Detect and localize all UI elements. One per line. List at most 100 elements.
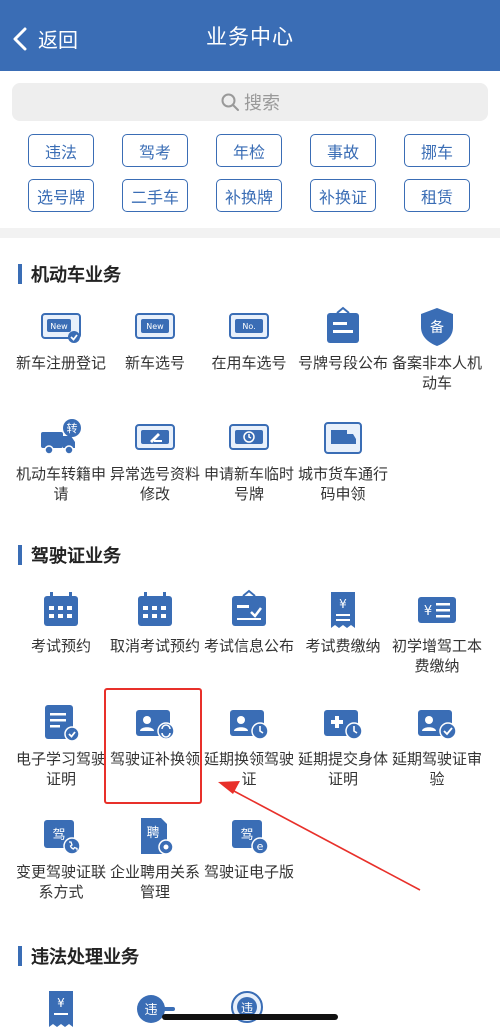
svg-text:New: New xyxy=(146,322,164,331)
violation-handle-icon: 违 xyxy=(133,987,177,1031)
svg-text:违: 违 xyxy=(241,1001,253,1015)
e-license-icon: 驾e xyxy=(227,814,271,858)
chip-driving-test[interactable]: 驾考 xyxy=(122,134,188,167)
section-divider xyxy=(0,228,500,238)
vehicle-transfer-truck-icon: 转 xyxy=(39,416,83,460)
service-label: 延期驾驶证审验 xyxy=(391,751,482,788)
service-violation-handle[interactable]: 违 xyxy=(108,987,202,1031)
service-truck-pass-code[interactable]: 城市货车通行码申领 xyxy=(296,416,390,505)
service-label: 考试信息公布 xyxy=(203,638,294,655)
employment-management-icon: 聘 xyxy=(133,814,177,858)
service-label: 取消考试预约 xyxy=(109,638,200,655)
svg-text:New: New xyxy=(50,322,68,331)
svg-text:驾: 驾 xyxy=(52,828,65,843)
truck-pass-code-icon xyxy=(321,416,365,460)
svg-text:聘: 聘 xyxy=(146,826,159,841)
chevron-left-icon xyxy=(13,27,27,50)
e-study-document-icon xyxy=(39,701,83,745)
service-fine-payment[interactable]: ¥ xyxy=(14,987,108,1031)
chip-replace-license[interactable]: 补换证 xyxy=(310,179,376,212)
service-used-car-plate-select[interactable]: No. 在用车选号 xyxy=(202,305,296,394)
service-label: 考试预约 xyxy=(30,638,91,655)
section-title-violation: 违法处理业务 xyxy=(0,943,500,969)
new-plate-select-icon: New xyxy=(133,305,177,349)
service-temporary-plate[interactable]: 申请新车临时号牌 xyxy=(202,416,296,505)
chip-replace-plate[interactable]: 补换牌 xyxy=(216,179,282,212)
service-license-renew-delay[interactable]: 延期换领驾驶证 xyxy=(202,701,296,790)
service-e-license[interactable]: 驾e 驾驶证电子版 xyxy=(202,814,296,903)
section-title-text: 违法处理业务 xyxy=(31,947,139,967)
section-title-text: 机动车业务 xyxy=(31,265,121,285)
highlight-box xyxy=(104,688,202,804)
svg-text:No.: No. xyxy=(242,322,255,331)
search-placeholder: 搜索 xyxy=(244,93,280,113)
section-accent-bar xyxy=(18,946,22,966)
service-abnormal-plate-edit[interactable]: 异常选号资料修改 xyxy=(108,416,202,505)
service-label: 企业聘用关系管理 xyxy=(109,864,200,901)
fee-payment-card-icon: ¥ xyxy=(415,588,459,632)
service-violation-search[interactable]: 违 xyxy=(202,987,296,1031)
service-label: 在用车选号 xyxy=(211,355,287,372)
chip-used-car[interactable]: 二手车 xyxy=(122,179,188,212)
search-icon xyxy=(221,93,239,111)
service-vehicle-transfer[interactable]: 转 机动车转籍申请 xyxy=(14,416,108,505)
service-license-contact-change[interactable]: 驾 变更驾驶证联系方式 xyxy=(14,814,108,903)
service-exam-fee[interactable]: ¥ 考试费缴纳 xyxy=(296,588,390,677)
record-vehicle-shield-icon: 备 xyxy=(415,305,459,349)
service-license-review-delay[interactable]: 延期驾驶证审验 xyxy=(390,701,484,790)
plate-segment-announce-icon xyxy=(321,305,365,349)
service-label: 新车注册登记 xyxy=(15,355,106,372)
service-label: 机动车转籍申请 xyxy=(15,466,106,503)
service-new-car-plate-select[interactable]: New 新车选号 xyxy=(108,305,202,394)
abnormal-plate-edit-icon xyxy=(133,416,177,460)
svg-text:¥: ¥ xyxy=(339,597,347,611)
section-title-license: 驾驶证业务 xyxy=(0,542,500,568)
service-exam-booking[interactable]: 考试预约 xyxy=(14,588,108,677)
violation-search-icon: 违 xyxy=(227,987,271,1031)
service-label: 电子学习驾驶证明 xyxy=(15,751,106,788)
search-input[interactable]: 搜索 xyxy=(12,83,488,121)
service-exam-info[interactable]: 考试信息公布 xyxy=(202,588,296,677)
service-label: 变更驾驶证联系方式 xyxy=(15,864,106,901)
service-e-study-certificate[interactable]: 电子学习驾驶证明 xyxy=(14,701,108,790)
home-indicator xyxy=(162,1014,338,1020)
new-registration-icon: New xyxy=(39,305,83,349)
service-label: 初学增驾工本费缴纳 xyxy=(391,638,482,675)
service-cancel-exam[interactable]: 取消考试预约 xyxy=(108,588,202,677)
license-service-grid: 考试预约 取消考试预约 考试信息公布 ¥ 考试费缴纳 ¥ 初学增驾工本费缴纳 电… xyxy=(0,588,500,903)
service-label: 城市货车通行码申领 xyxy=(297,466,388,503)
service-fee-payment[interactable]: ¥ 初学增驾工本费缴纳 xyxy=(390,588,484,677)
chip-rental[interactable]: 租赁 xyxy=(404,179,470,212)
back-button[interactable]: 返回 xyxy=(12,24,78,53)
chip-move-car[interactable]: 挪车 xyxy=(404,134,470,167)
chip-select-plate[interactable]: 选号牌 xyxy=(28,179,94,212)
chip-annual-inspection[interactable]: 年检 xyxy=(216,134,282,167)
exam-calendar-icon xyxy=(39,588,83,632)
quick-tag-list: 违法 驾考 年检 事故 挪车 选号牌 二手车 补换牌 补换证 租赁 xyxy=(0,121,500,212)
service-label: 新车选号 xyxy=(124,355,185,372)
used-car-plate-select-icon: No. xyxy=(227,305,271,349)
license-contact-change-icon: 驾 xyxy=(39,814,83,858)
service-label: 异常选号资料修改 xyxy=(109,466,200,503)
service-plate-segment-announce[interactable]: 号牌号段公布 xyxy=(296,305,390,394)
chip-accident[interactable]: 事故 xyxy=(310,134,376,167)
section-accent-bar xyxy=(18,264,22,284)
service-health-certificate-delay[interactable]: 延期提交身体证明 xyxy=(296,701,390,790)
svg-text:转: 转 xyxy=(67,421,78,435)
section-title-text: 驾驶证业务 xyxy=(31,546,121,566)
license-renew-delay-icon xyxy=(227,701,271,745)
license-review-delay-icon xyxy=(415,701,459,745)
service-new-car-registration[interactable]: New 新车注册登记 xyxy=(14,305,108,394)
service-employment-management[interactable]: 聘 企业聘用关系管理 xyxy=(108,814,202,903)
health-certificate-delay-icon xyxy=(321,701,365,745)
service-label: 延期提交身体证明 xyxy=(297,751,388,788)
service-label: 延期换领驾驶证 xyxy=(203,751,294,788)
service-label: 号牌号段公布 xyxy=(297,355,388,372)
fine-payment-receipt-icon: ¥ xyxy=(39,987,83,1031)
svg-text:¥: ¥ xyxy=(424,604,432,619)
chip-violation[interactable]: 违法 xyxy=(28,134,94,167)
service-record-vehicle[interactable]: 备 备案非本人机动车 xyxy=(390,305,484,394)
exam-fee-receipt-icon: ¥ xyxy=(321,588,365,632)
section-accent-bar xyxy=(18,545,22,565)
service-label: 考试费缴纳 xyxy=(305,638,381,655)
